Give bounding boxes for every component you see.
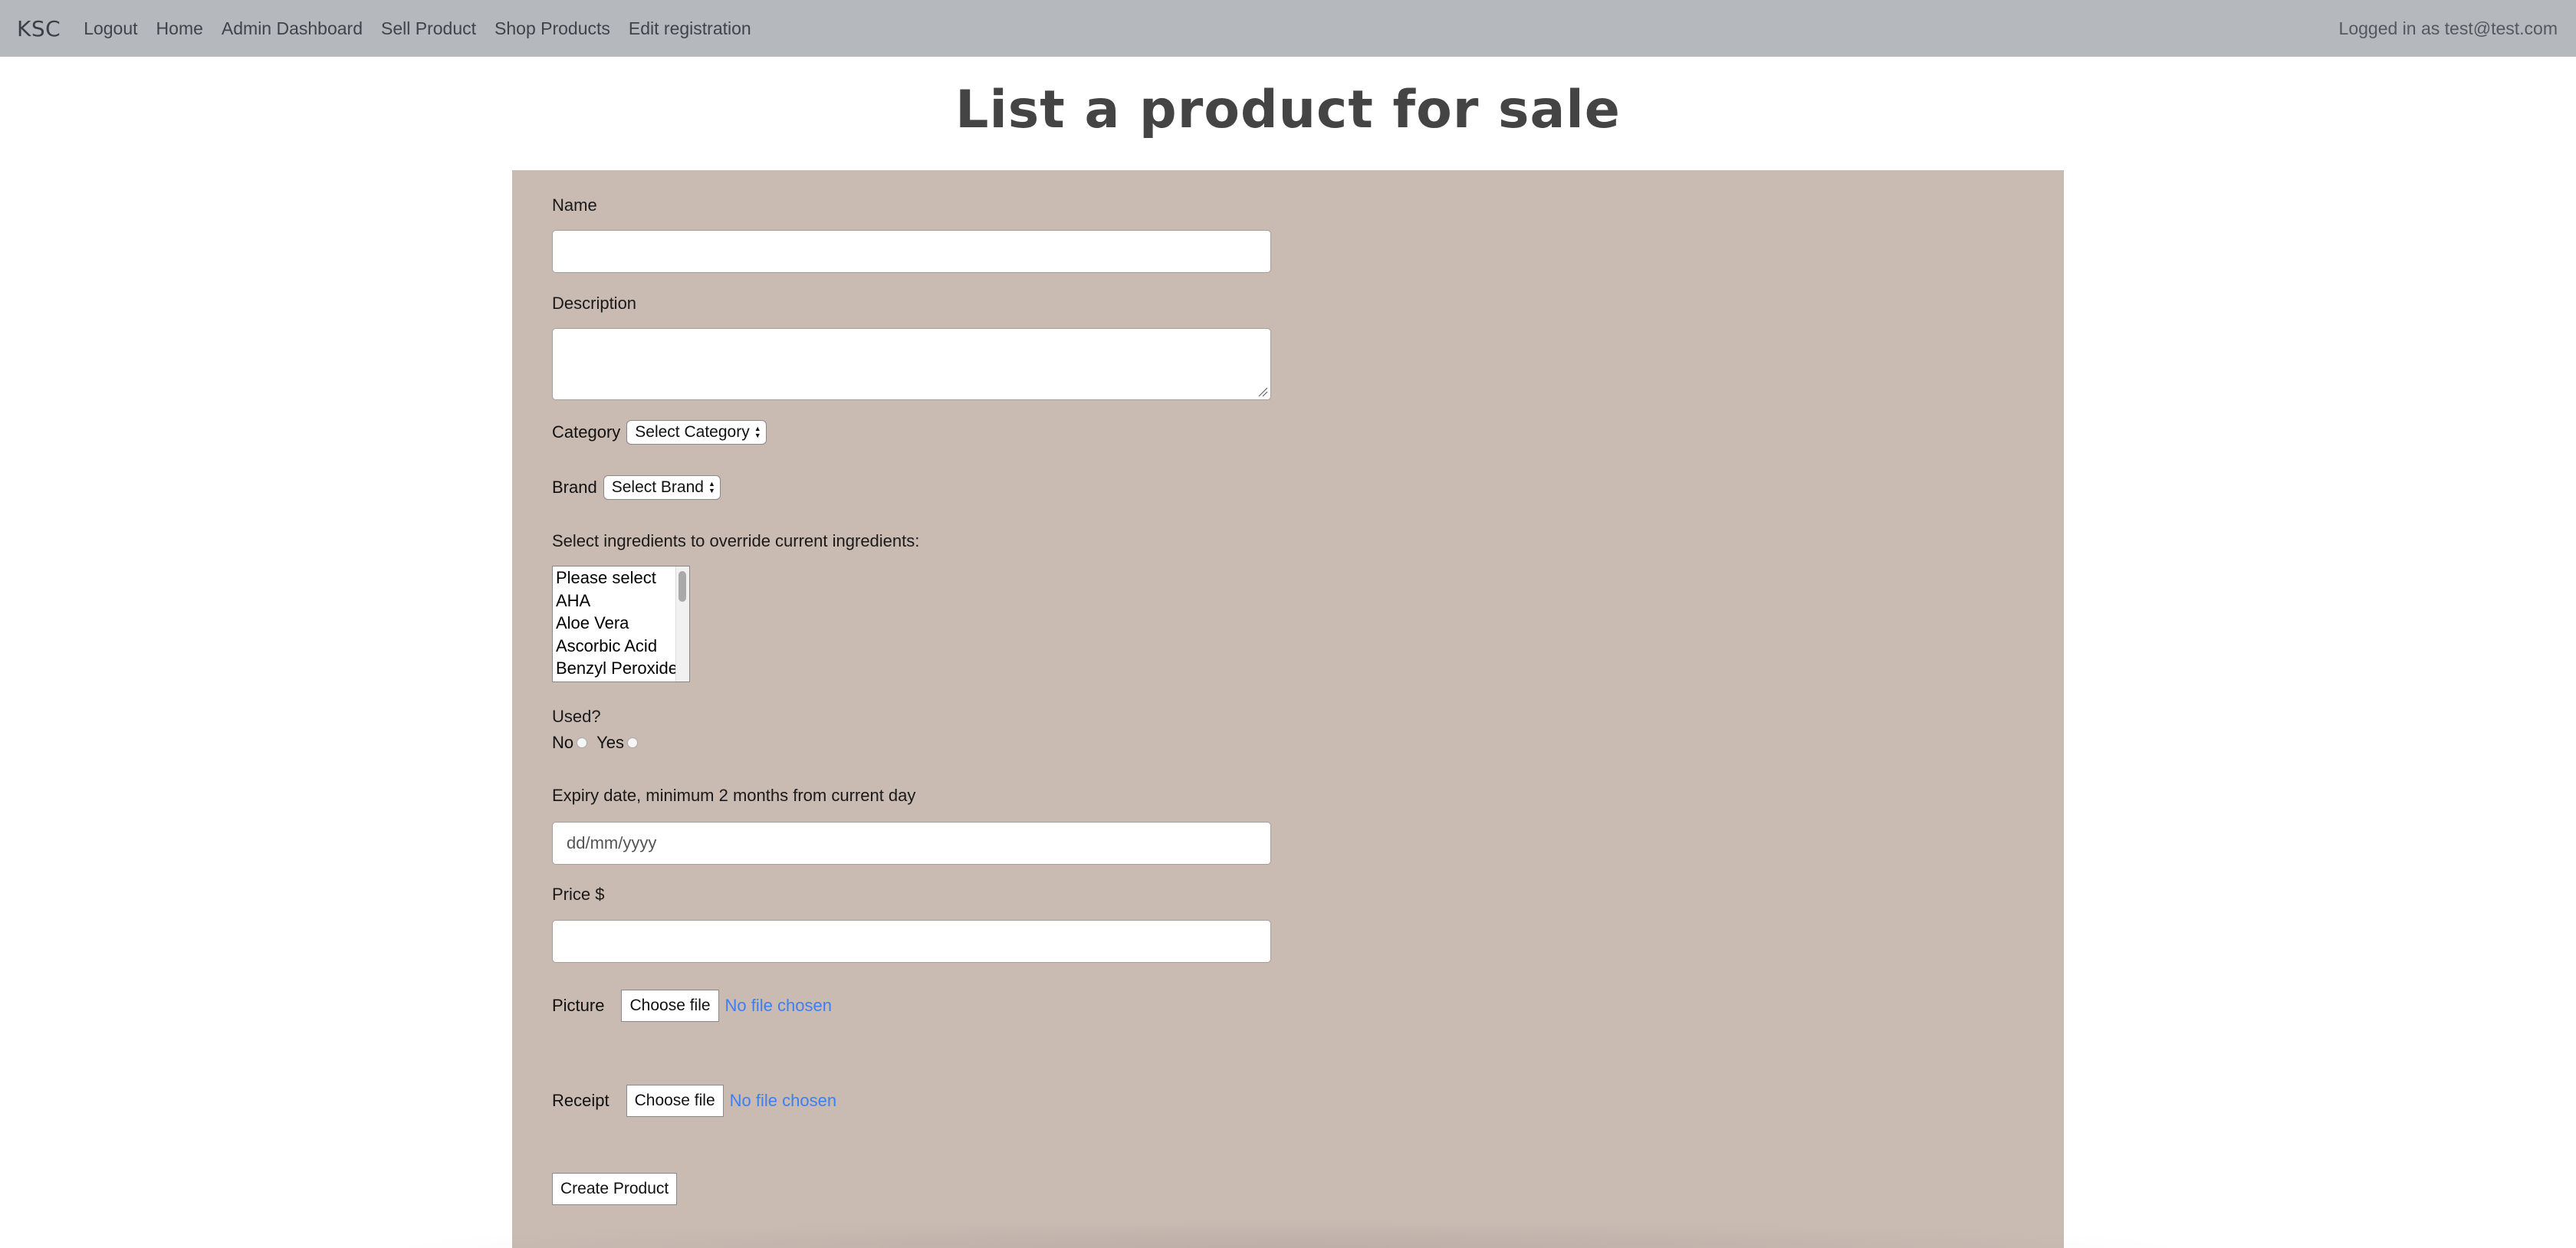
expiry-label: Expiry date, minimum 2 months from curre… [552, 786, 916, 805]
receipt-choose-file-button[interactable]: Choose file [626, 1085, 724, 1117]
name-input[interactable] [552, 230, 1271, 273]
category-row: Category Select Category ▲ ▼ [552, 420, 767, 445]
ingredient-option[interactable]: AHA [553, 590, 689, 613]
used-label: Used? [552, 707, 601, 726]
brand-row: Brand Select Brand ▲ ▼ [552, 475, 721, 500]
used-radio-group: No Yes [552, 733, 647, 753]
nav-link-sell-product[interactable]: Sell Product [381, 18, 476, 39]
nav-link-shop-products[interactable]: Shop Products [495, 18, 610, 39]
ingredients-multiselect[interactable]: Please select AHA Aloe Vera Ascorbic Aci… [552, 566, 690, 682]
description-textarea[interactable] [552, 328, 1271, 400]
product-form-panel: Name Description Category Select Categor… [512, 170, 2064, 1248]
brand-select-value: Select Brand [611, 478, 704, 496]
used-no-radio[interactable] [577, 737, 588, 748]
brand-logo[interactable]: KSC [17, 16, 61, 41]
used-yes-radio[interactable] [627, 737, 639, 748]
description-label: Description [552, 294, 637, 313]
ingredient-option[interactable]: Ascorbic Acid [553, 635, 689, 658]
top-navbar: KSC Logout Home Admin Dashboard Sell Pro… [0, 0, 2576, 57]
create-product-button[interactable]: Create Product [552, 1173, 678, 1205]
resize-grip-icon[interactable] [1257, 386, 1268, 397]
ingredient-option[interactable]: Please select [553, 567, 689, 590]
page-title: List a product for sale [955, 80, 1621, 140]
receipt-row: Receipt Choose file No file chosen [552, 1085, 836, 1117]
ingredient-option[interactable]: Aloe Vera [553, 612, 689, 635]
receipt-file-status: No file chosen [729, 1091, 837, 1110]
nav-link-logout[interactable]: Logout [84, 18, 137, 39]
used-no-label: No [552, 733, 574, 752]
select-arrows-icon: ▲ ▼ [754, 425, 761, 439]
nav-link-home[interactable]: Home [156, 18, 203, 39]
receipt-label: Receipt [552, 1091, 610, 1110]
brand-label: Brand [552, 478, 597, 497]
picture-label: Picture [552, 996, 605, 1015]
picture-row: Picture Choose file No file chosen [552, 990, 832, 1022]
name-label: Name [552, 195, 597, 215]
price-label: Price $ [552, 885, 605, 904]
category-select[interactable]: Select Category ▲ ▼ [626, 420, 767, 445]
picture-choose-file-button[interactable]: Choose file [621, 990, 719, 1022]
select-arrows-icon: ▲ ▼ [708, 480, 715, 494]
nav-link-admin-dashboard[interactable]: Admin Dashboard [222, 18, 363, 39]
listbox-scrollbar[interactable] [675, 567, 689, 681]
bottom-shadow [368, 1219, 2208, 1248]
expiry-date-input[interactable]: dd/mm/yyyy [552, 822, 1271, 865]
category-select-value: Select Category [635, 423, 750, 441]
picture-file-status: No file chosen [724, 996, 832, 1015]
used-yes-label: Yes [596, 733, 625, 752]
nav-link-edit-registration[interactable]: Edit registration [629, 18, 751, 39]
ingredients-label: Select ingredients to override current i… [552, 531, 920, 550]
price-input[interactable] [552, 920, 1271, 963]
expiry-date-placeholder: dd/mm/yyyy [567, 833, 657, 852]
listbox-scroll-thumb[interactable] [678, 571, 686, 602]
ingredient-option[interactable]: Benzyl Peroxide [553, 657, 689, 680]
category-label: Category [552, 422, 621, 442]
brand-select[interactable]: Select Brand ▲ ▼ [603, 475, 721, 500]
logged-in-status: Logged in as test@test.com [2338, 18, 2558, 38]
